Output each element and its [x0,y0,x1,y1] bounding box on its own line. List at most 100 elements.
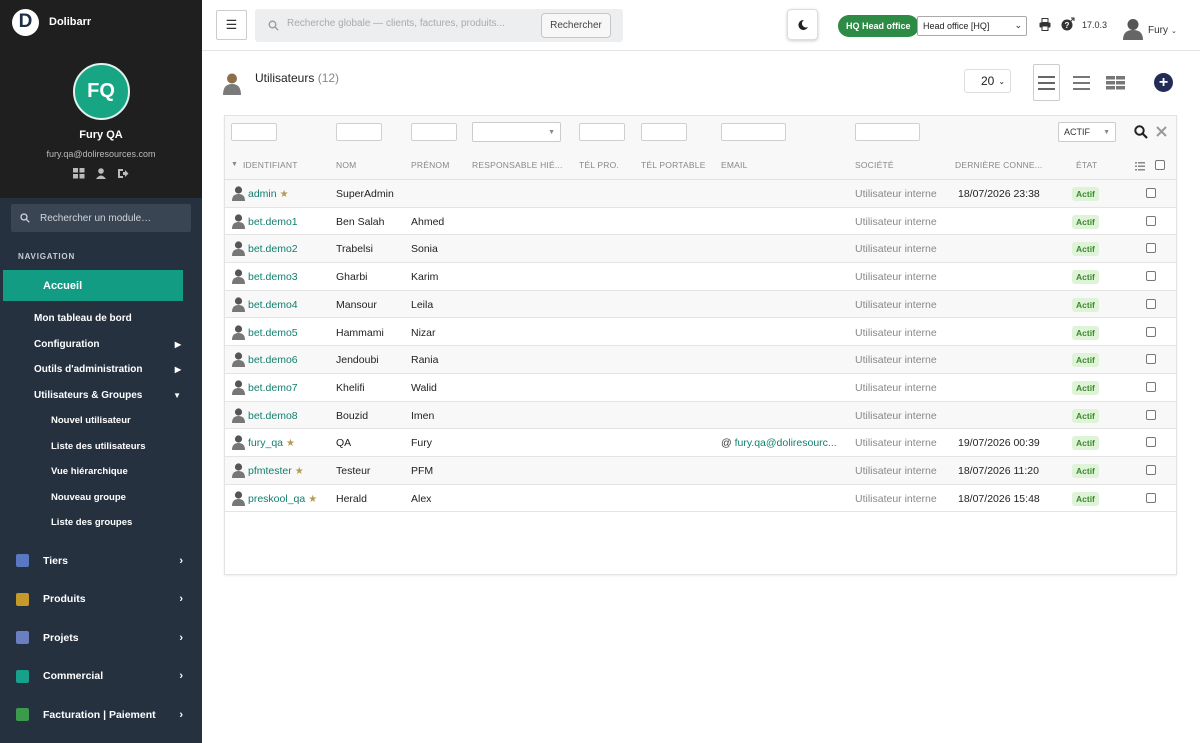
filter-login-input[interactable] [231,123,277,141]
user-nom: Trabelsi [336,243,373,256]
row-checkbox[interactable] [1146,326,1156,337]
row-checkbox[interactable] [1146,215,1156,226]
column-header-tel-pro[interactable]: TÉL PRO. [579,160,619,170]
row-checkbox[interactable] [1146,243,1156,254]
row-checkbox[interactable] [1146,298,1156,309]
entity-badge: HQ Head office [838,15,919,37]
row-checkbox[interactable] [1146,381,1156,392]
view-list-button[interactable] [1033,64,1060,101]
filter-prenom-input[interactable] [411,123,457,141]
row-checkbox[interactable] [1146,188,1156,198]
user-icon [232,186,245,201]
column-selector-icon[interactable] [1135,162,1145,171]
printer-icon[interactable] [1039,18,1051,31]
view-hierarchy-button[interactable] [1068,64,1095,101]
sidebar-item-3[interactable]: Utilisateurs & Groupes ▼ [0,383,202,409]
column-header-derniere-connexion[interactable]: DERNIÈRE CONNE... [955,160,1042,170]
filter-email-input[interactable] [721,123,786,141]
filter-societe-input[interactable] [855,123,920,141]
column-header-tel-portable[interactable]: TÉL PORTABLE [641,160,706,170]
user-login-link[interactable]: bet.demo7 [248,382,298,394]
user-societe: Utilisateur interne [855,465,937,477]
brand[interactable]: D Dolibarr [0,0,202,44]
help-icon[interactable]: ? [1061,17,1075,31]
row-checkbox[interactable] [1146,492,1156,503]
column-header-prenom[interactable]: PRÉNOM [411,160,450,170]
sidebar-main-item-5[interactable]: Agenda› [0,734,202,743]
user-login-link[interactable]: bet.demo5 [248,327,298,339]
select-all-checkbox[interactable] [1155,160,1165,170]
user-login-link[interactable]: admin [248,188,277,200]
logout-icon[interactable] [117,168,129,179]
user-login-link[interactable]: bet.demo4 [248,299,298,311]
search-icon [20,213,30,223]
dark-mode-toggle[interactable] [787,9,818,40]
profile-avatar[interactable]: FQ [72,63,130,120]
row-checkbox[interactable] [1146,409,1156,420]
column-header-etat[interactable]: ÉTAT [1076,160,1097,170]
sidebar-item-accueil[interactable]: Accueil [3,270,183,301]
version-label: 17.0.3 [1082,20,1108,30]
user-icon [232,214,245,229]
user-avatar-icon[interactable] [1123,18,1143,40]
chevron-down-icon: ⌄ [1014,20,1022,30]
chevron-down-icon: ⌄ [998,76,1006,86]
user-email-link[interactable]: fury.qa@doliresourc... [735,437,837,449]
page-limit-select[interactable]: 20 ⌄ [964,69,1011,93]
user-nom: SuperAdmin [336,188,394,200]
row-checkbox[interactable] [1146,465,1156,475]
row-checkbox[interactable] [1146,354,1156,365]
user-icon [232,435,245,451]
filter-tel-pro-input[interactable] [579,123,625,141]
user-icon [232,324,245,340]
user-login-link[interactable]: bet.demo1 [248,216,298,228]
dashboard-icon[interactable] [73,168,85,179]
column-header-identifiant[interactable]: IDENTIFIANT [243,160,298,170]
column-header-email[interactable]: EMAIL [721,160,748,170]
global-search-input[interactable] [287,18,517,29]
module-icon [16,592,29,606]
app-name: Dolibarr [49,16,92,28]
clear-filter-icon[interactable] [1156,126,1167,137]
sidebar-main-item-1[interactable]: Produits › [0,580,202,619]
entity-select[interactable]: Head office [HQ] ⌄ [917,16,1027,36]
sidebar-item-6[interactable]: Vue hiérarchique [0,459,202,485]
user-login-link[interactable]: pfmtester [248,465,292,477]
column-header-societe[interactable]: SOCIÉTÉ [855,160,894,170]
user-login-link[interactable]: bet.demo8 [248,410,298,422]
column-header-responsable[interactable]: RESPONSABLE HIÉ... [472,160,563,170]
sidebar-main-item-4[interactable]: Facturation | Paiement › [0,696,202,735]
user-menu[interactable]: Fury ⌄ [1148,25,1177,36]
row-checkbox[interactable] [1146,271,1156,282]
sidebar-item-4[interactable]: Nouvel utilisateur [0,408,202,434]
global-search-button[interactable]: Rechercher [541,13,611,38]
sidebar-main-item-2[interactable]: Projets › [0,619,202,658]
filter-nom-input[interactable] [336,123,382,141]
sidebar-item-1[interactable]: Configuration ▶ [0,332,202,358]
filter-responsable-select[interactable]: ▼ [472,122,561,142]
filter-tel-portable-input[interactable] [641,123,687,141]
sidebar-item-0[interactable]: Mon tableau de bord [0,306,202,332]
user-login-link[interactable]: bet.demo3 [248,271,298,283]
filter-status-select[interactable]: ACTIF ▼ [1058,122,1116,142]
user-login-link[interactable]: fury_qa [248,437,283,449]
user-icon[interactable] [95,168,107,179]
user-login-link[interactable]: bet.demo6 [248,354,298,366]
search-icon[interactable] [1134,125,1148,139]
column-header-nom[interactable]: NOM [336,160,356,170]
user-login-link[interactable]: bet.demo2 [248,243,298,255]
menu-toggle-button[interactable]: ☰ [216,10,247,40]
sidebar-item-7[interactable]: Nouveau groupe [0,485,202,511]
row-checkbox[interactable] [1146,437,1156,448]
add-user-button[interactable]: + [1154,73,1173,92]
user-prenom: Karim [411,271,439,284]
sidebar-item-2[interactable]: Outils d'administration ▶ [0,357,202,383]
sidebar-main-item-3[interactable]: Commercial › [0,657,202,696]
page-title: Utilisateurs (12) [255,71,339,85]
view-kanban-button[interactable] [1102,64,1129,101]
module-search-input[interactable]: Rechercher un module… [11,204,191,232]
sidebar-item-8[interactable]: Liste des groupes [0,510,202,536]
sidebar-main-item-0[interactable]: Tiers › [0,542,202,581]
user-login-link[interactable]: preskool_qa [248,493,305,505]
sidebar-item-5[interactable]: Liste des utilisateurs [0,434,202,460]
